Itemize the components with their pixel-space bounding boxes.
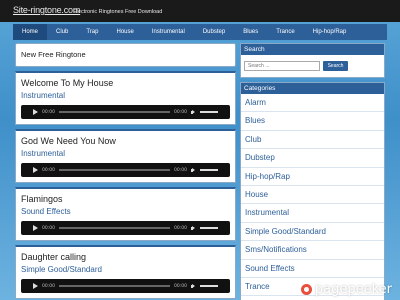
site-logo[interactable]: Site-ringtone.com [13, 5, 80, 15]
nav-item-trap[interactable]: Trap [77, 24, 107, 40]
total-time: 00:00 [174, 109, 187, 115]
category-link-alarm[interactable]: Alarm [241, 94, 384, 113]
ringtone-category[interactable]: Simple Good/Standard [21, 264, 230, 275]
sidebar: Search Search Categories Alarm Blues Clu… [240, 43, 385, 300]
nav-item-instrumental[interactable]: Instrumental [143, 24, 194, 40]
volume-slider[interactable] [200, 227, 218, 229]
volume-icon[interactable] [191, 283, 196, 289]
nav-item-trance[interactable]: Trance [267, 24, 303, 40]
seek-bar[interactable] [58, 169, 171, 171]
search-form: Search [241, 55, 384, 77]
section-title: New Free Ringtone [21, 50, 86, 59]
ringtone-card: God We Need You Now Instrumental 00:00 0… [15, 129, 236, 183]
category-list: Alarm Blues Club Dubstep Hip-hop/Rap Hou… [241, 94, 384, 300]
main-nav: Home Club Trap House Instrumental Dubste… [13, 24, 387, 40]
total-time: 00:00 [174, 167, 187, 173]
play-icon[interactable] [33, 225, 38, 231]
current-time: 00:00 [42, 225, 55, 231]
play-icon[interactable] [33, 283, 38, 289]
top-bar: Site-ringtone.com Electronic Ringtones F… [0, 0, 400, 22]
play-icon[interactable] [33, 167, 38, 173]
nav-item-hiphop[interactable]: Hip-hop/Rap [304, 24, 356, 40]
nav-item-club[interactable]: Club [47, 24, 77, 40]
play-icon[interactable] [33, 109, 38, 115]
ringtone-card: Flamingos Sound Effects 00:00 00:00 [15, 187, 236, 241]
audio-player: 00:00 00:00 [21, 221, 230, 235]
volume-icon[interactable] [191, 109, 196, 115]
seek-bar[interactable] [58, 227, 171, 229]
ringtone-card: Welcome To My House Instrumental 00:00 0… [15, 71, 236, 125]
volume-icon[interactable] [191, 167, 196, 173]
current-time: 00:00 [42, 167, 55, 173]
nav-item-house[interactable]: House [107, 24, 142, 40]
audio-player: 00:00 00:00 [21, 279, 230, 293]
total-time: 00:00 [174, 283, 187, 289]
ringtone-category[interactable]: Sound Effects [21, 206, 230, 217]
ringtone-card: Daughter calling Simple Good/Standard 00… [15, 245, 236, 299]
search-input[interactable] [244, 61, 320, 71]
volume-icon[interactable] [191, 225, 196, 231]
category-link-dubstep[interactable]: Dubstep [241, 149, 384, 168]
ringtone-category[interactable]: Instrumental [21, 148, 230, 159]
pagepeeker-logo-icon [300, 284, 312, 295]
search-widget-title: Search [241, 44, 384, 55]
category-link-house[interactable]: House [241, 186, 384, 205]
site-tagline: Electronic Ringtones Free Download [73, 9, 163, 15]
main-content: New Free Ringtone Welcome To My House In… [15, 43, 236, 300]
category-link-sms[interactable]: Sms/Notifications [241, 241, 384, 260]
category-link-sound-effects[interactable]: Sound Effects [241, 260, 384, 278]
search-button[interactable]: Search [323, 61, 348, 71]
nav-item-dubstep[interactable]: Dubstep [194, 24, 234, 40]
categories-widget: Categories Alarm Blues Club Dubstep Hip-… [240, 82, 385, 300]
audio-player: 00:00 00:00 [21, 163, 230, 177]
volume-slider[interactable] [200, 111, 218, 113]
total-time: 00:00 [174, 225, 187, 231]
nav-item-blues[interactable]: Blues [234, 24, 267, 40]
volume-slider[interactable] [200, 169, 218, 171]
nav-item-home[interactable]: Home [13, 24, 48, 40]
ringtone-category[interactable]: Instrumental [21, 90, 230, 101]
seek-bar[interactable] [58, 111, 171, 113]
search-widget: Search Search [240, 43, 385, 78]
current-time: 00:00 [42, 283, 55, 289]
seek-bar[interactable] [58, 285, 171, 287]
watermark-text: pagepeeker [314, 282, 392, 297]
volume-slider[interactable] [200, 285, 218, 287]
watermark: pagepeeker [300, 282, 392, 297]
category-link-instrumental[interactable]: Instrumental [241, 204, 384, 223]
category-link-hiphop[interactable]: Hip-hop/Rap [241, 168, 384, 186]
ringtone-title[interactable]: Flamingos [21, 194, 230, 205]
category-link-simple-good[interactable]: Simple Good/Standard [241, 223, 384, 242]
ringtone-title[interactable]: Daughter calling [21, 252, 230, 263]
current-time: 00:00 [42, 109, 55, 115]
category-link-blues[interactable]: Blues [241, 112, 384, 131]
categories-widget-title: Categories [241, 83, 384, 94]
ringtone-title[interactable]: Welcome To My House [21, 78, 230, 89]
ringtone-title[interactable]: God We Need You Now [21, 136, 230, 147]
category-link-club[interactable]: Club [241, 131, 384, 150]
audio-player: 00:00 00:00 [21, 105, 230, 119]
section-header-panel: New Free Ringtone [15, 43, 236, 67]
